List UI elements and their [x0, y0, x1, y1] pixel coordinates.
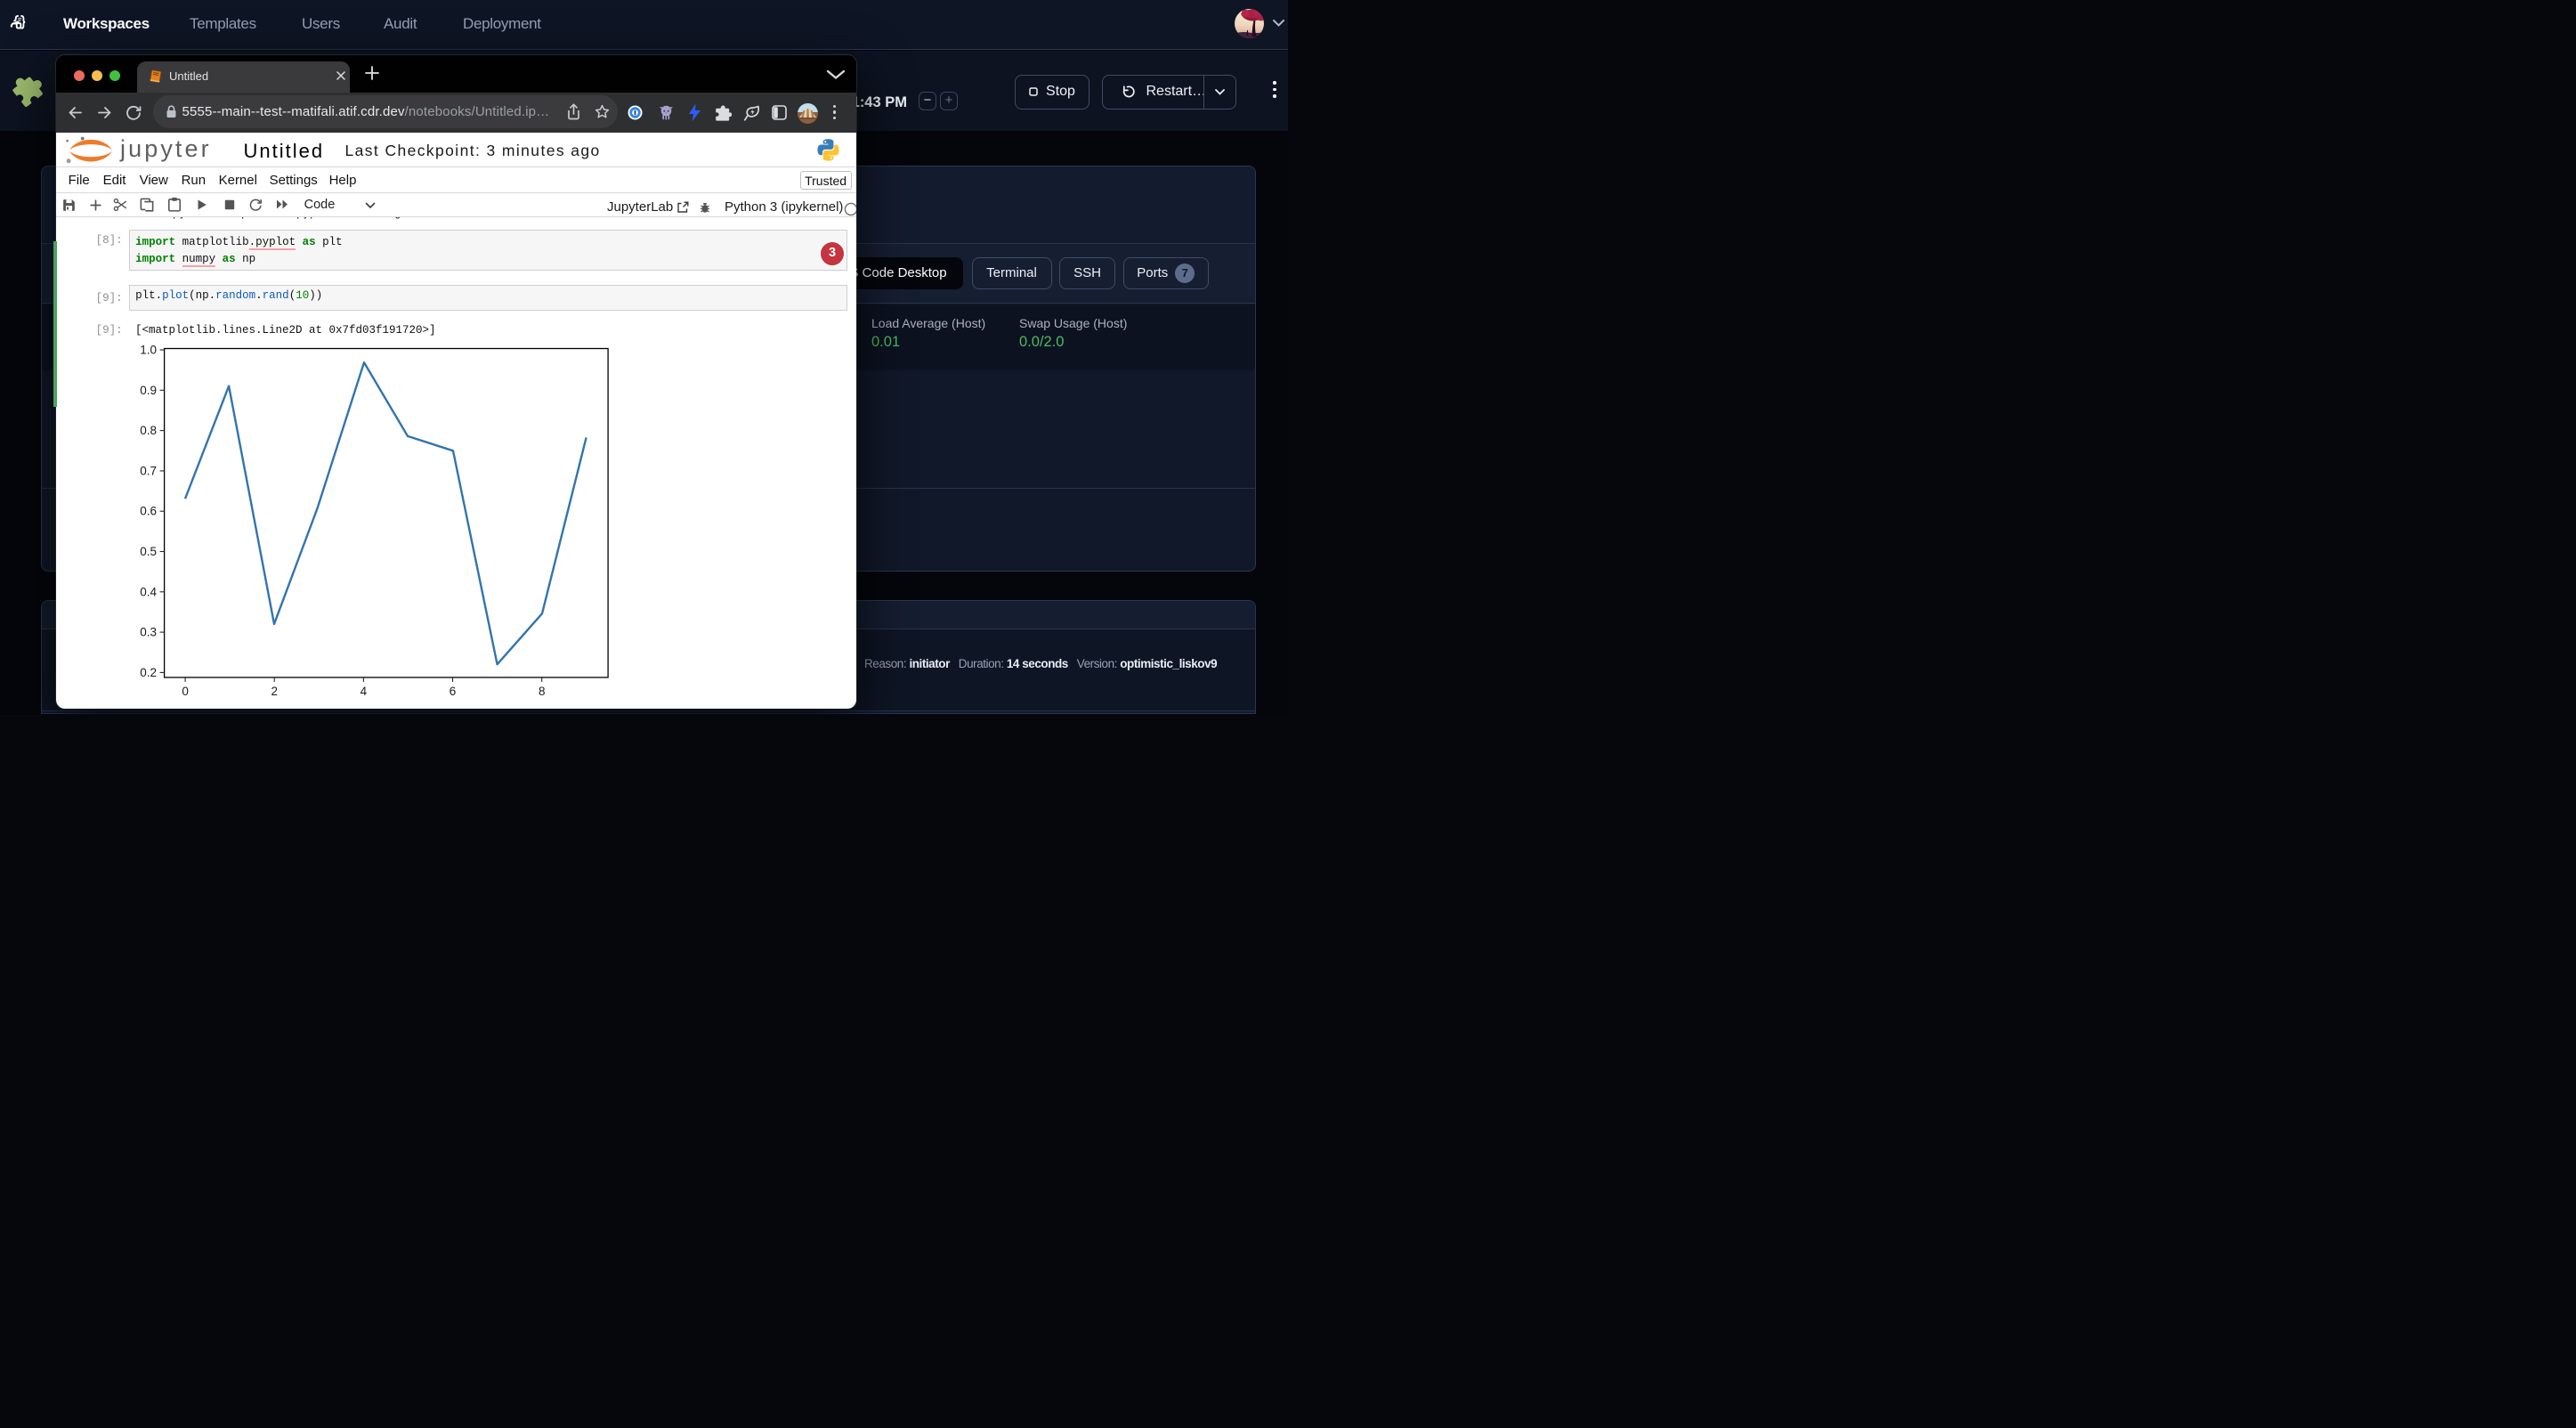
svg-text:2: 2: [271, 685, 279, 698]
svg-text:0.3: 0.3: [141, 625, 158, 638]
svg-text:6: 6: [450, 685, 457, 698]
svg-text:0.5: 0.5: [141, 545, 158, 558]
svg-text:0.6: 0.6: [141, 504, 158, 517]
svg-text:1.0: 1.0: [141, 343, 158, 356]
svg-text:0: 0: [182, 685, 190, 698]
svg-text:0.8: 0.8: [141, 424, 158, 437]
svg-text:0.9: 0.9: [141, 383, 158, 396]
svg-text:8: 8: [539, 685, 546, 698]
svg-text:0.2: 0.2: [141, 665, 158, 678]
svg-text:4: 4: [360, 685, 368, 698]
svg-text:0.7: 0.7: [141, 464, 158, 477]
svg-text:0.4: 0.4: [141, 585, 158, 598]
